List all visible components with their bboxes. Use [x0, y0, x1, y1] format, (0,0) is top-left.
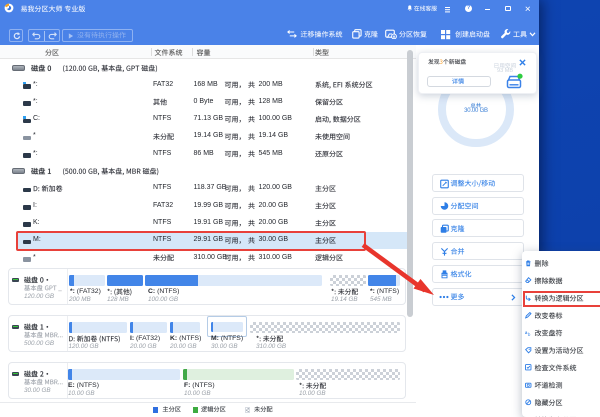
svg-text:b: b — [528, 332, 531, 336]
